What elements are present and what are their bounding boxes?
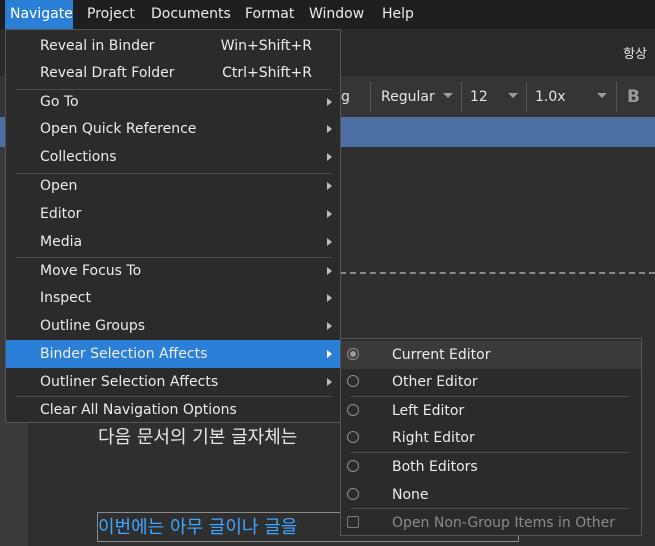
- divider: [370, 82, 371, 112]
- menu-item-reveal-in-binder[interactable]: Reveal in Binder Win+Shift+R: [6, 32, 340, 60]
- menu-item-binder-selection-affects[interactable]: Binder Selection Affects: [6, 340, 340, 368]
- submenu-item-left-editor[interactable]: Left Editor: [341, 397, 641, 425]
- chevron-right-icon: [327, 350, 332, 358]
- menu-item-open[interactable]: Open: [6, 172, 340, 200]
- document-text-line: 다음 문서의 기본 글자체는: [98, 427, 298, 448]
- checkbox-icon: [347, 516, 359, 528]
- navigate-menu: Reveal in Binder Win+Shift+R Reveal Draf…: [5, 29, 341, 423]
- divider: [616, 82, 617, 112]
- document-link-text: 이번에는 아무 글이나 글을: [98, 517, 298, 538]
- menu-window[interactable]: Window: [309, 0, 364, 29]
- menu-documents[interactable]: Documents: [151, 0, 231, 29]
- menu-item-go-to[interactable]: Go To: [6, 88, 340, 116]
- chevron-right-icon: [327, 238, 332, 246]
- radio-icon: [347, 404, 359, 416]
- chevron-right-icon: [327, 153, 332, 161]
- menu-item-media[interactable]: Media: [6, 228, 340, 256]
- menu-item-collections[interactable]: Collections: [6, 143, 340, 171]
- menu-item-reveal-draft-folder[interactable]: Reveal Draft Folder Ctrl+Shift+R: [6, 59, 340, 87]
- chevron-right-icon: [327, 182, 332, 190]
- chevron-right-icon: [327, 125, 332, 133]
- radio-selected-icon: [347, 348, 359, 360]
- menu-item-open-quick-reference[interactable]: Open Quick Reference: [6, 115, 340, 143]
- menu-item-outline-groups[interactable]: Outline Groups: [6, 312, 340, 340]
- chevron-right-icon: [327, 98, 332, 106]
- page-break-line: [340, 272, 655, 274]
- radio-icon: [347, 431, 359, 443]
- font-size-select[interactable]: 12: [470, 84, 522, 110]
- chevron-right-icon: [327, 210, 332, 218]
- menu-navigate[interactable]: Navigate: [5, 0, 73, 29]
- toolbar-label: 항상: [623, 47, 647, 62]
- submenu-item-right-editor[interactable]: Right Editor: [341, 424, 641, 452]
- chevron-right-icon: [327, 294, 332, 302]
- menu-item-outliner-selection-affects[interactable]: Outliner Selection Affects: [6, 368, 340, 396]
- submenu-item-other-editor[interactable]: Other Editor: [341, 368, 641, 396]
- menu-item-clear-all-navigation-options[interactable]: Clear All Navigation Options: [6, 396, 340, 424]
- menu-format[interactable]: Format: [245, 0, 294, 29]
- chevron-down-icon: [508, 93, 518, 98]
- submenu-item-open-non-group-items: Open Non-Group Items in Other: [341, 509, 641, 537]
- menu-item-move-focus-to[interactable]: Move Focus To: [6, 257, 340, 285]
- chevron-right-icon: [327, 267, 332, 275]
- binder-selection-submenu: Current Editor Other Editor Left Editor …: [340, 338, 642, 536]
- line-spacing-select[interactable]: 1.0x: [535, 84, 611, 110]
- submenu-item-none[interactable]: None: [341, 481, 641, 509]
- submenu-item-both-editors[interactable]: Both Editors: [341, 453, 641, 481]
- radio-icon: [347, 375, 359, 387]
- bold-button[interactable]: B: [627, 84, 647, 110]
- submenu-item-current-editor[interactable]: Current Editor: [341, 341, 641, 369]
- menu-item-inspect[interactable]: Inspect: [6, 284, 340, 312]
- radio-icon: [347, 460, 359, 472]
- menu-item-editor[interactable]: Editor: [6, 200, 340, 228]
- chevron-right-icon: [327, 322, 332, 330]
- menu-help[interactable]: Help: [382, 0, 414, 29]
- radio-icon: [347, 488, 359, 500]
- font-style-select[interactable]: Regular: [381, 84, 457, 110]
- chevron-down-icon: [443, 93, 453, 98]
- chevron-down-icon: [597, 93, 607, 98]
- chevron-right-icon: [327, 378, 332, 386]
- font-family-select[interactable]: g: [341, 84, 365, 110]
- menu-bar: Navigate Project Documents Format Window…: [0, 0, 655, 29]
- divider: [461, 82, 462, 112]
- menu-project[interactable]: Project: [87, 0, 135, 29]
- divider: [526, 82, 527, 112]
